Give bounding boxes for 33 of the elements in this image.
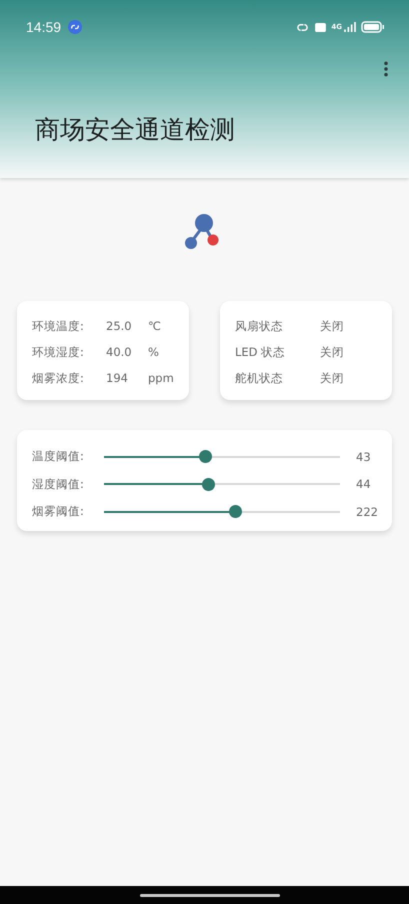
sensor-value: 194 bbox=[106, 371, 129, 385]
sensor-label: 环境温度: bbox=[32, 318, 85, 334]
sensor-label: 烟雾浓度: bbox=[32, 370, 85, 386]
app-title: 商场安全通道检测 bbox=[35, 114, 236, 146]
signal-icon bbox=[344, 22, 356, 32]
sensor-unit: ppm bbox=[148, 371, 175, 385]
hd-icon bbox=[315, 22, 326, 32]
link-icon bbox=[68, 20, 82, 34]
sensor-label: 环境湿度: bbox=[32, 344, 85, 360]
sensor-value: 40.0 bbox=[106, 345, 133, 359]
battery-icon bbox=[361, 21, 385, 33]
home-handle[interactable] bbox=[140, 894, 280, 896]
slider-value: 44 bbox=[356, 477, 372, 492]
device-label: LED 状态 bbox=[235, 344, 286, 360]
slider-thumb[interactable] bbox=[228, 505, 242, 518]
status-time: 14:59 bbox=[26, 19, 62, 35]
slider-value: 43 bbox=[356, 450, 372, 464]
device-state: 关闭 bbox=[320, 344, 344, 360]
slider-label: 温度阈值: bbox=[32, 449, 85, 464]
slider-value: 222 bbox=[356, 504, 378, 519]
slider-label: 烟雾阈值: bbox=[32, 504, 85, 520]
device-state: 关闭 bbox=[320, 370, 344, 386]
device-state: 关闭 bbox=[320, 318, 344, 334]
sensor-value: 25.0 bbox=[106, 319, 133, 333]
sensor-unit: ℃ bbox=[148, 319, 162, 333]
sensor-unit: % bbox=[148, 345, 160, 359]
device-label: 风扇状态 bbox=[235, 318, 284, 334]
device-label: 舵机状态 bbox=[235, 370, 284, 386]
slider-thumb[interactable] bbox=[199, 450, 212, 464]
slider-label: 湿度阈值: bbox=[32, 476, 85, 492]
more-options-icon[interactable] bbox=[383, 61, 389, 77]
slider-thumb[interactable] bbox=[202, 478, 215, 491]
link-icon bbox=[295, 22, 310, 32]
